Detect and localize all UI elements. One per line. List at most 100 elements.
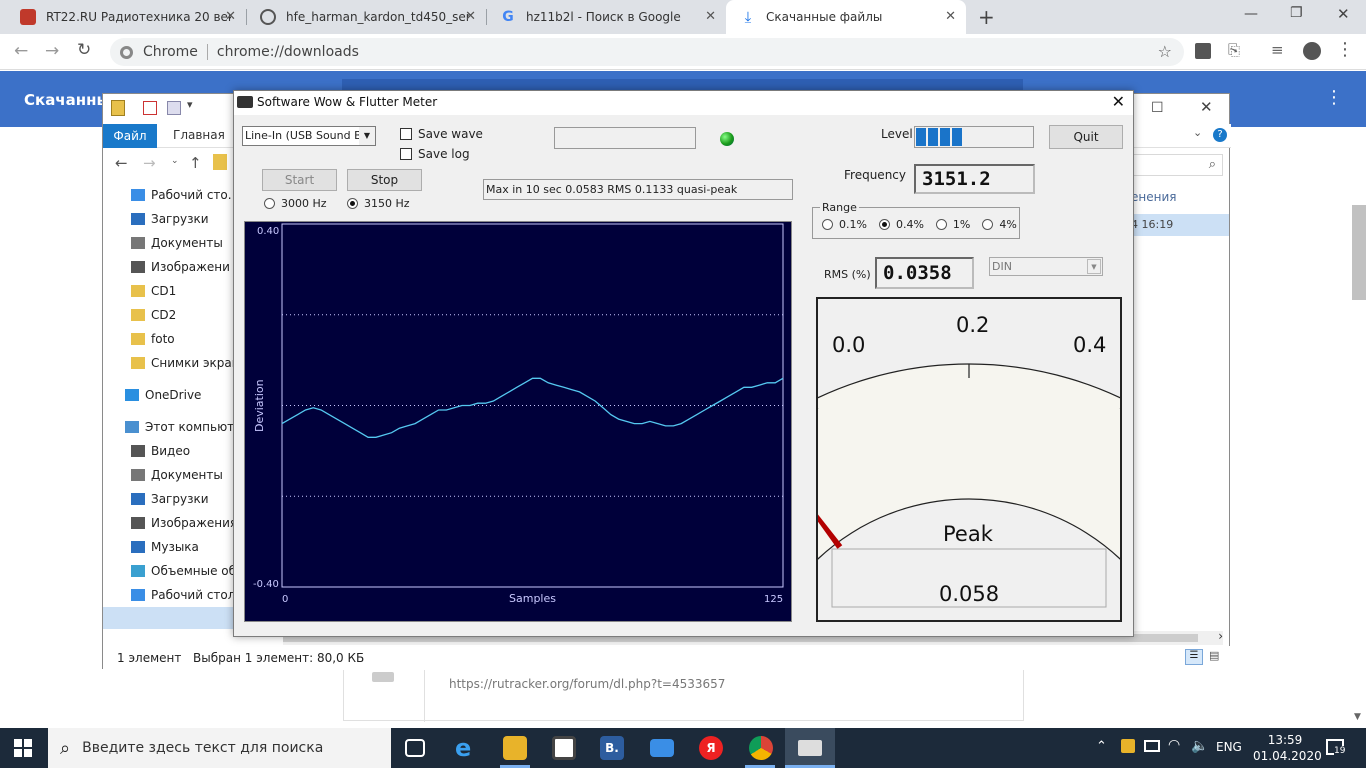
quit-button[interactable]: Quit [1049, 125, 1123, 149]
menu-kebab-icon[interactable]: ⋮ [1336, 39, 1354, 60]
range-radio-1[interactable] [878, 219, 890, 230]
yandex-icon[interactable]: Я [699, 736, 723, 760]
show-hidden-icons[interactable]: ⌃ [1096, 739, 1107, 754]
new-tab-icon[interactable]: + [978, 5, 995, 29]
ribbon-tab-home[interactable]: Главная [173, 128, 225, 142]
forward-icon[interactable]: → [143, 154, 156, 172]
pdf-extension-icon[interactable]: ⎘ [1228, 41, 1240, 59]
nav-item[interactable]: Рабочий сто. [103, 184, 233, 206]
recent-chevron-icon[interactable]: ⌄ [171, 156, 179, 166]
task-view-icon[interactable] [405, 739, 425, 757]
forward-icon[interactable]: → [45, 41, 59, 61]
nav-item[interactable]: Видео [103, 440, 233, 462]
close-icon[interactable]: ✕ [1112, 92, 1125, 111]
close-icon[interactable]: ✕ [225, 9, 236, 24]
omnibox[interactable]: Chrome chrome://downloads ☆ [110, 38, 1184, 66]
nav-item[interactable]: Снимки экран [103, 352, 233, 374]
nav-item[interactable]: Документы [103, 232, 233, 254]
nav-item[interactable]: Документы [103, 464, 233, 486]
close-icon[interactable]: ✕ [945, 9, 956, 24]
close-icon[interactable]: ✕ [1200, 98, 1213, 116]
scroll-down-icon[interactable]: ▼ [1354, 712, 1361, 722]
radio-circle[interactable] [347, 198, 358, 209]
battery-icon[interactable] [1144, 740, 1160, 752]
close-icon[interactable]: ✕ [705, 9, 716, 24]
reload-icon[interactable]: ↻ [77, 40, 91, 60]
weighting-select[interactable]: DIN ▼ [989, 257, 1103, 276]
tab-rt22[interactable]: RT22.RU Радиотехника 20 века, ✕ [6, 0, 246, 34]
tab-google[interactable]: G hz11b2l - Поиск в Google ✕ [486, 0, 726, 34]
nav-item[interactable]: Загрузки [103, 488, 233, 510]
extension-icon[interactable] [1195, 43, 1211, 59]
tab-hfe[interactable]: hfe_harman_kardon_td450_servic ✕ [246, 0, 486, 34]
save-wave-checkbox[interactable]: Save wave [400, 127, 483, 141]
freq-3000-radio[interactable]: 3000 Hz [264, 197, 327, 210]
language-indicator[interactable]: ENG [1216, 740, 1242, 754]
tray-app-icon[interactable] [1121, 739, 1135, 753]
nav-item[interactable]: Изображени [103, 256, 233, 278]
range-radio-0[interactable] [822, 219, 833, 230]
nav-item[interactable]: Загрузки [103, 208, 233, 230]
input-device-select[interactable]: Line-In (USB Sound Bla ▼ [242, 126, 376, 146]
store-icon[interactable] [552, 736, 576, 760]
freq-3150-radio[interactable]: 3150 Hz [347, 197, 410, 210]
new-folder-icon[interactable] [167, 101, 181, 115]
bookmark-star-icon[interactable]: ☆ [1158, 42, 1172, 61]
quick-access-chevron-icon[interactable]: ▾ [187, 98, 193, 111]
nav-item[interactable]: foto [103, 328, 233, 350]
more-actions-icon[interactable]: ⋮ [1325, 87, 1343, 108]
checkbox-box[interactable] [400, 128, 412, 140]
up-icon[interactable]: ↑ [189, 154, 202, 172]
radio-circle[interactable] [264, 198, 275, 209]
edge-icon[interactable]: e [455, 736, 479, 760]
nav-item[interactable]: Музыка [103, 536, 233, 558]
wow-flutter-task-button[interactable] [785, 728, 835, 768]
nav-item[interactable]: OneDrive [103, 384, 233, 406]
properties-icon[interactable] [143, 101, 157, 115]
title-bar[interactable]: Software Wow & Flutter Meter ✕ [234, 91, 1133, 115]
nav-item[interactable]: Объемные об [103, 560, 233, 582]
browser-b-icon[interactable]: B. [600, 736, 624, 760]
volume-icon[interactable]: 🔈 [1191, 738, 1208, 754]
ribbon-tab-file[interactable]: Файл [103, 124, 157, 148]
close-window-icon[interactable]: ✕ [1337, 5, 1350, 23]
help-icon[interactable]: ? [1213, 128, 1227, 142]
nav-item[interactable]: Этот компьютер [103, 416, 233, 438]
nav-item[interactable]: Изображения [103, 512, 233, 534]
page-scrollbar-thumb[interactable] [1352, 205, 1366, 300]
checkbox-box[interactable] [400, 148, 412, 160]
download-url-link[interactable]: https://rutracker.org/forum/dl.php?t=453… [449, 677, 725, 691]
save-log-checkbox[interactable]: Save log [400, 147, 470, 161]
taskbar-search[interactable]: ⌕ Введите здесь текст для поиска [48, 728, 391, 768]
tab-downloads[interactable]: ⤓ Скачанные файлы ✕ [726, 0, 966, 34]
nav-item[interactable]: CD1 [103, 280, 233, 302]
reading-list-icon[interactable]: ≡ [1271, 41, 1284, 59]
details-view-icon[interactable]: ☰ [1185, 649, 1203, 665]
mail-icon[interactable] [650, 739, 674, 757]
selected-file-row[interactable]: 4 16:19 [1123, 214, 1229, 236]
windows-start-icon[interactable] [14, 739, 32, 757]
range-radio-2[interactable] [935, 219, 947, 230]
nav-item[interactable]: Рабочий стол [103, 584, 233, 606]
maximize-icon[interactable]: ☐ [1151, 100, 1164, 116]
notifications-icon[interactable]: 19 [1326, 739, 1346, 756]
scroll-right-icon[interactable]: › [1218, 629, 1223, 643]
back-icon[interactable]: ← [115, 154, 128, 172]
profile-avatar-icon[interactable] [1303, 42, 1321, 60]
stop-button[interactable]: Stop [347, 169, 422, 191]
minimize-icon[interactable]: — [1244, 6, 1258, 22]
ribbon-expand-icon[interactable]: ⌄ [1193, 126, 1202, 139]
chrome-icon[interactable] [749, 736, 773, 760]
close-icon[interactable]: ✕ [465, 9, 476, 24]
column-header-modified[interactable]: енения [1131, 190, 1176, 204]
nav-item[interactable]: CD2 [103, 304, 233, 326]
search-field[interactable]: ⌕ [1123, 154, 1223, 176]
tiles-view-icon[interactable]: ▤ [1209, 649, 1225, 665]
clock[interactable]: 13:59 01.04.2020 [1253, 732, 1322, 764]
start-button[interactable]: Start [262, 169, 337, 191]
file-explorer-icon[interactable] [503, 736, 527, 760]
range-radio-3[interactable] [982, 219, 994, 230]
back-icon[interactable]: ← [14, 41, 28, 61]
restore-icon[interactable]: ❐ [1290, 5, 1303, 21]
wifi-icon[interactable]: ◠ [1168, 737, 1180, 753]
